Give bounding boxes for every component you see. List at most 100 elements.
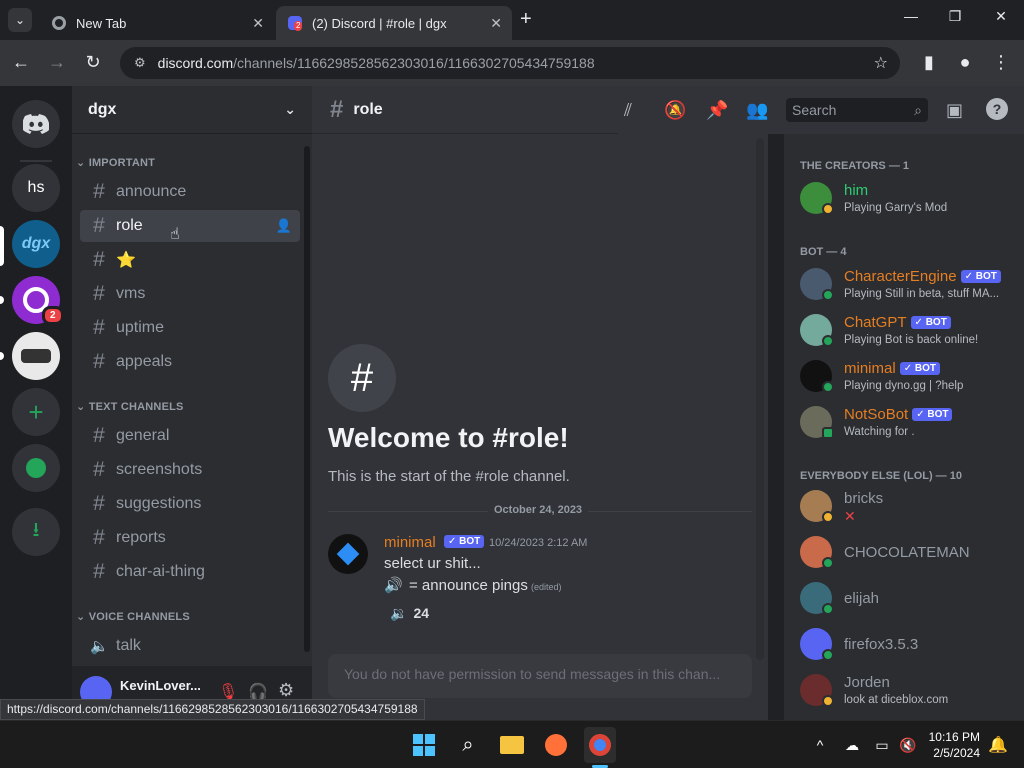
speaker-icon: 🔈 bbox=[90, 638, 109, 655]
download-icon[interactable]: ⭳ bbox=[12, 508, 60, 556]
member-minimal[interactable]: minimal ✓ BOT Playing dyno.gg | ?help bbox=[800, 356, 1024, 400]
hash-icon: # bbox=[93, 180, 105, 203]
forward-icon[interactable]: → bbox=[46, 52, 68, 73]
tab-search-chevron-icon[interactable]: ⌄ bbox=[8, 8, 32, 32]
close-tab-icon[interactable]: ✕ bbox=[490, 15, 502, 32]
tab-title: New Tab bbox=[76, 15, 127, 31]
add-server-icon[interactable]: + bbox=[12, 388, 60, 436]
channel-label: talk bbox=[116, 637, 141, 654]
file-explorer-icon[interactable] bbox=[498, 731, 526, 759]
reaction[interactable]: 🔉 24 bbox=[384, 600, 435, 626]
member-notsobot[interactable]: NotSoBot ✓ BOT Watching for . bbox=[800, 402, 1024, 446]
member-bricks[interactable]: bricks ✕ bbox=[800, 486, 1024, 530]
channel-appeals[interactable]: # appeals bbox=[80, 346, 300, 378]
member-chocolateman[interactable]: CHOCOLATEMAN bbox=[800, 532, 1024, 576]
selected-pill bbox=[0, 226, 4, 266]
channel-reports[interactable]: # reports bbox=[80, 522, 300, 554]
member-him[interactable]: him Playing Garry's Mod bbox=[800, 178, 1024, 222]
server-film[interactable]: 2 bbox=[12, 276, 64, 325]
status-online-icon bbox=[822, 649, 834, 661]
chat-scrollbar[interactable] bbox=[756, 138, 764, 660]
minimize-icon[interactable]: — bbox=[896, 8, 926, 24]
member-name: bricks bbox=[844, 490, 884, 507]
channel-role[interactable]: # role 👤 ☝ bbox=[80, 210, 300, 243]
bookmark-star-icon[interactable]: ☆ bbox=[874, 53, 888, 73]
pin-icon[interactable]: 📌 bbox=[706, 100, 728, 121]
member-name: CharacterEngine ✓ BOT bbox=[844, 268, 1001, 285]
message-composer[interactable]: You do not have permission to send messa… bbox=[328, 654, 752, 698]
guild-header[interactable]: dgx ⌄ bbox=[72, 86, 312, 134]
search-icon[interactable]: ⌕ bbox=[454, 731, 482, 759]
member-activity: look at diceblox.com bbox=[844, 694, 949, 706]
site-info-icon[interactable]: ⚙ bbox=[134, 55, 146, 71]
discord-logo-icon bbox=[23, 114, 49, 134]
invite-user-icon[interactable]: 👤 bbox=[276, 218, 292, 234]
category-important[interactable]: ⌄ IMPORTANT bbox=[76, 156, 155, 169]
server-hs[interactable]: hs bbox=[12, 164, 60, 212]
channel-sidebar: dgx ⌄ ⌄ IMPORTANT # announce # role 👤 ☝ # ⭐… bbox=[72, 86, 312, 720]
channel-label: general bbox=[116, 427, 170, 444]
channel-screenshots[interactable]: # screenshots bbox=[80, 454, 300, 486]
scrollbar[interactable] bbox=[304, 146, 310, 652]
chevron-up-icon[interactable]: ^ bbox=[806, 731, 834, 759]
channel-title: role bbox=[353, 100, 383, 118]
search-input[interactable]: Search ⌕ bbox=[786, 98, 928, 122]
tab-new-tab[interactable]: New Tab ✕ bbox=[40, 6, 274, 40]
member-jorden[interactable]: Jorden look at diceblox.com bbox=[800, 670, 1024, 714]
member-firefox353[interactable]: firefox3.5.3 bbox=[800, 624, 1024, 668]
new-tab-icon[interactable]: + bbox=[520, 8, 532, 31]
channel-label: appeals bbox=[116, 353, 173, 370]
discord-home-icon[interactable] bbox=[12, 100, 60, 148]
inbox-icon[interactable]: ▣ bbox=[946, 100, 963, 121]
channel-suggestions[interactable]: # suggestions bbox=[80, 488, 300, 520]
channel-uptime[interactable]: # uptime bbox=[80, 312, 300, 344]
notification-bell-icon[interactable]: 🔔 bbox=[984, 731, 1012, 759]
notification-bell-muted-icon[interactable]: 🔕 bbox=[664, 100, 686, 121]
windows-start-icon[interactable] bbox=[410, 731, 438, 759]
member-name: Jorden bbox=[844, 674, 890, 691]
chrome-menu-icon[interactable]: ⋮ bbox=[990, 52, 1012, 73]
volume-muted-icon[interactable]: 🔇 bbox=[894, 731, 922, 759]
restore-icon[interactable]: ❐ bbox=[940, 8, 970, 25]
member-list-icon[interactable]: 👥 bbox=[746, 100, 768, 121]
channel-general[interactable]: # general bbox=[80, 420, 300, 452]
status-mobile-icon bbox=[822, 427, 834, 439]
welcome-subtitle: This is the start of the #role channel. bbox=[328, 468, 570, 485]
chrome-taskbar-icon[interactable] bbox=[584, 727, 616, 763]
member-elijah[interactable]: elijah bbox=[800, 578, 1024, 622]
status-online-icon bbox=[822, 289, 834, 301]
bot-avatar[interactable] bbox=[328, 534, 368, 574]
settings-gear-icon[interactable]: ⚙ bbox=[278, 680, 294, 701]
clock[interactable]: 10:16 PM 2/5/2024 bbox=[926, 729, 980, 761]
member-name: firefox3.5.3 bbox=[844, 636, 919, 653]
network-offline-icon[interactable]: ☁ bbox=[838, 731, 866, 759]
member-characterengine[interactable]: CharacterEngine ✓ BOT Playing Still in be… bbox=[800, 264, 1024, 308]
channel-char-ai-thing[interactable]: # char-ai-thing bbox=[80, 556, 300, 588]
member-category: BOT — 4 bbox=[800, 246, 847, 258]
server-raccoon[interactable] bbox=[12, 332, 60, 380]
channel-star[interactable]: # ⭐ bbox=[80, 244, 300, 276]
server-badge: 2 bbox=[42, 306, 64, 325]
channel-talk[interactable]: 🔈 talk bbox=[80, 630, 300, 662]
reload-icon[interactable]: ↻ bbox=[82, 52, 104, 73]
category-voice-channels[interactable]: ⌄ VOICE CHANNELS bbox=[76, 610, 190, 623]
firefox-icon[interactable] bbox=[542, 731, 570, 759]
close-window-icon[interactable]: ✕ bbox=[986, 8, 1016, 25]
explore-compass-icon[interactable] bbox=[12, 444, 60, 492]
back-icon[interactable]: ← bbox=[10, 52, 32, 73]
category-text-channels[interactable]: ⌄ TEXT CHANNELS bbox=[76, 400, 184, 413]
channel-vms[interactable]: # vms bbox=[80, 278, 300, 310]
threads-icon[interactable]: ⫽ bbox=[624, 100, 632, 121]
help-icon[interactable]: ? bbox=[986, 98, 1008, 120]
address-bar[interactable]: ⚙ discord.com/channels/11662985285623030… bbox=[120, 47, 900, 79]
side-panel-icon[interactable]: ▮ bbox=[918, 52, 940, 73]
member-activity: Watching for . bbox=[844, 426, 915, 438]
message-author[interactable]: minimal bbox=[384, 534, 436, 551]
member-chatgpt[interactable]: ChatGPT ✓ BOT Playing Bot is back online! bbox=[800, 310, 1024, 354]
tab-discord[interactable]: 2 (2) Discord | #role | dgx ✕ bbox=[276, 6, 512, 40]
close-tab-icon[interactable]: ✕ bbox=[252, 15, 264, 32]
server-dgx[interactable]: dgx bbox=[12, 220, 60, 268]
channel-announce[interactable]: # announce bbox=[80, 176, 300, 208]
profile-icon[interactable]: ● bbox=[954, 52, 976, 73]
monitor-icon[interactable]: ▭ bbox=[868, 731, 896, 759]
